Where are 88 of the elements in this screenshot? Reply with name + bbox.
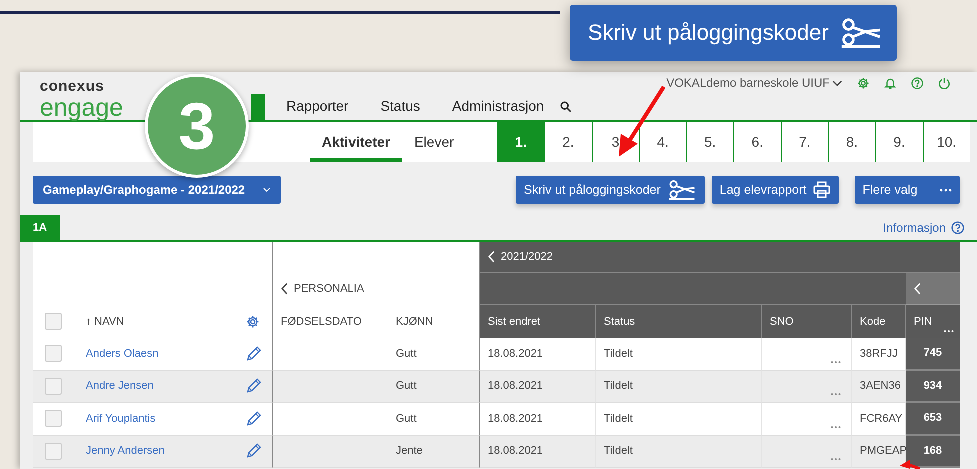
table-cell: Tildelt xyxy=(604,380,633,392)
column-header: Kode xyxy=(860,316,886,328)
pin-cell: 653 xyxy=(906,403,960,436)
table-cell: 18.08.2021 xyxy=(488,445,544,458)
column-header: FØDSELSDATO xyxy=(281,316,362,328)
toolbar-button[interactable]: Flere valg xyxy=(854,176,960,204)
column-header: Sist endret xyxy=(488,316,541,328)
table-cell: Tildelt xyxy=(604,412,633,425)
more-icon[interactable] xyxy=(831,393,841,396)
table-cell: Tildelt xyxy=(604,445,633,458)
pin-cell: 168 xyxy=(906,436,960,468)
print-codes-callout[interactable]: Skriv ut påloggingskoder xyxy=(570,5,897,61)
toolbar-button[interactable]: Skriv ut påloggingskoder xyxy=(516,176,705,204)
checkbox[interactable] xyxy=(45,345,62,362)
more-icon[interactable] xyxy=(944,330,954,333)
step-tab[interactable]: 6. xyxy=(733,122,781,162)
nav-tab[interactable]: Status xyxy=(364,98,436,120)
step-tab[interactable]: 8. xyxy=(828,122,876,162)
edit-icon[interactable] xyxy=(246,410,262,427)
settings-icon[interactable] xyxy=(857,76,870,90)
checkbox[interactable] xyxy=(45,410,62,428)
year-toggle[interactable]: 2021/2022 xyxy=(480,251,553,263)
pin-cell: 934 xyxy=(906,370,960,403)
help-icon[interactable] xyxy=(951,220,965,234)
student-name-link[interactable]: Jenny Andersen xyxy=(86,445,165,458)
step-tab[interactable]: 5. xyxy=(686,122,734,162)
class-tab[interactable]: 1A xyxy=(20,215,60,240)
view-tab[interactable]: Aktiviteter xyxy=(310,126,402,162)
step-tab[interactable]: 2. xyxy=(544,122,592,162)
column-header: KJØNN xyxy=(396,316,434,328)
step-tab[interactable]: 7. xyxy=(780,122,828,162)
collapse-icon xyxy=(914,282,921,294)
chevron-left-icon xyxy=(281,283,288,295)
info-link[interactable]: Informasjon xyxy=(883,220,946,234)
search-icon[interactable] xyxy=(560,101,572,113)
column-header: SNO xyxy=(770,316,794,328)
more-icon[interactable] xyxy=(831,458,841,461)
logo-text: engage xyxy=(40,94,124,123)
edit-icon[interactable] xyxy=(246,346,262,362)
school-selector[interactable]: VOKALdemo barneskole UIUF xyxy=(666,76,843,90)
more-icon xyxy=(940,188,952,192)
bell-icon[interactable] xyxy=(884,76,897,90)
nav-tab[interactable]: Rapporter xyxy=(270,98,365,120)
arrow xyxy=(900,460,920,469)
table-cell: PMGEAP xyxy=(860,445,908,458)
logo-text: conexus xyxy=(40,78,106,95)
student-name-link[interactable]: Arif Youplantis xyxy=(86,412,156,425)
table-cell: Tildelt xyxy=(604,348,633,360)
power-icon[interactable] xyxy=(938,76,951,90)
table-cell: 18.08.2021 xyxy=(488,412,544,425)
more-icon[interactable] xyxy=(831,426,841,428)
checkbox[interactable] xyxy=(45,378,62,395)
nav-tab[interactable] xyxy=(251,94,266,120)
student-name-link[interactable]: Anders Olaesn xyxy=(86,348,159,360)
edit-icon[interactable] xyxy=(246,378,262,394)
table-cell: FCR6AY xyxy=(860,412,903,425)
edit-icon[interactable] xyxy=(246,443,262,460)
column-header: Status xyxy=(604,316,636,328)
table-cell: 18.08.2021 xyxy=(488,348,544,360)
nav-tab[interactable]: Administrasjon xyxy=(436,98,560,120)
student-name-link[interactable]: Andre Jensen xyxy=(86,380,154,392)
step-tab[interactable]: 1. xyxy=(497,122,544,162)
table-cell: Gutt xyxy=(396,380,417,392)
table-cell: Jente xyxy=(396,445,423,458)
checkbox[interactable] xyxy=(45,442,62,460)
table-cell: 38RFJJ xyxy=(860,348,898,360)
activity-dropdown[interactable]: Gameplay/Graphogame - 2021/2022 xyxy=(33,176,281,204)
settings-icon[interactable] xyxy=(246,314,260,328)
table-cell: 18.08.2021 xyxy=(488,380,544,392)
more-icon[interactable] xyxy=(831,360,841,364)
column-header[interactable]: ↑ NAVN xyxy=(86,316,124,328)
toolbar-button[interactable]: Lag elevrapport xyxy=(712,176,839,204)
table-cell: Gutt xyxy=(396,412,417,425)
personalia-toggle[interactable]: PERSONALIA xyxy=(273,283,364,295)
column-header: PIN xyxy=(914,316,932,328)
arrow xyxy=(619,86,666,157)
table-cell: 3AEN36 xyxy=(860,380,901,392)
printer-icon xyxy=(812,181,831,199)
table-cell: Gutt xyxy=(396,348,417,360)
pin-cell: 745 xyxy=(906,338,960,370)
scissors-icon xyxy=(666,180,697,200)
step-tab[interactable]: 9. xyxy=(875,122,923,162)
step-tab[interactable]: 10. xyxy=(922,122,970,162)
checkbox[interactable] xyxy=(45,313,62,330)
view-tab[interactable]: Elever xyxy=(402,126,466,162)
help-icon[interactable] xyxy=(911,76,924,90)
step-tab[interactable]: 4. xyxy=(638,122,686,162)
chevron-left-icon xyxy=(488,251,495,263)
